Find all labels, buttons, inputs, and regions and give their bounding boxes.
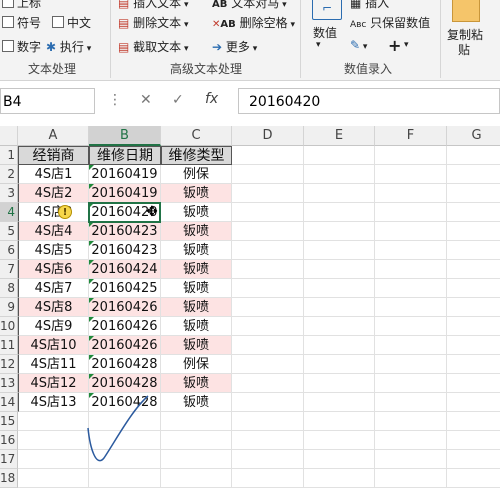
check-stroke: [87, 395, 149, 462]
hand-drawn-check-annotation: [87, 395, 149, 462]
